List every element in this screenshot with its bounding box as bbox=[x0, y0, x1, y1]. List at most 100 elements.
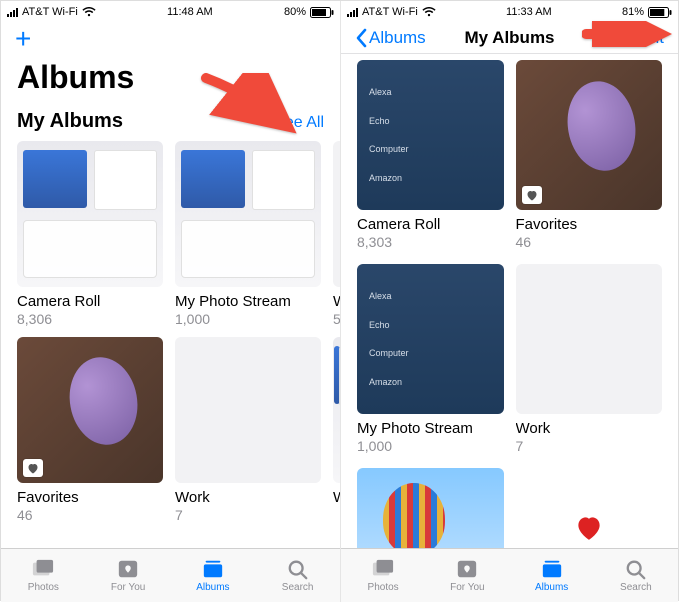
album-thumb bbox=[17, 141, 163, 287]
wifi-icon bbox=[422, 7, 436, 17]
photos-icon bbox=[370, 558, 396, 580]
battery-percent: 81% bbox=[622, 6, 644, 18]
carrier-text: AT&T Wi-Fi bbox=[22, 6, 78, 18]
album-thumb bbox=[175, 141, 321, 287]
tab-label: Search bbox=[282, 582, 314, 593]
album-thumb bbox=[17, 337, 163, 483]
tab-photos[interactable]: Photos bbox=[341, 549, 425, 602]
album-name: My Photo Stream bbox=[175, 293, 321, 310]
favorite-heart-icon bbox=[23, 459, 43, 477]
album-name: Camera Roll bbox=[357, 216, 504, 233]
tab-label: Photos bbox=[28, 582, 59, 593]
album-grid: AlexaEchoComputerAmazon Camera Roll 8,30… bbox=[341, 54, 678, 548]
clock-text: 11:33 AM bbox=[436, 6, 622, 18]
signal-icon bbox=[7, 8, 18, 17]
album-name: Work bbox=[175, 489, 321, 506]
album-thumb bbox=[333, 141, 340, 287]
album-name: Camera Roll bbox=[17, 293, 163, 310]
screen-albums-root: AT&T Wi-Fi 11:48 AM 80% + Albums My Albu… bbox=[1, 1, 340, 602]
tab-label: Search bbox=[620, 582, 652, 593]
album-grid-scroll[interactable]: AlexaEchoComputerAmazon Camera Roll 8,30… bbox=[341, 54, 678, 548]
battery-icon bbox=[648, 7, 672, 18]
section-title: My Albums bbox=[17, 110, 123, 133]
album-favorites[interactable]: Favorites 46 bbox=[516, 60, 663, 250]
tab-search[interactable]: Search bbox=[255, 549, 340, 602]
tab-foryou[interactable]: For You bbox=[86, 549, 171, 602]
wifi-icon bbox=[82, 7, 96, 17]
album-row-2: Favorites 46 Work 7 W bbox=[1, 337, 340, 533]
album-thumb bbox=[516, 468, 663, 548]
album-camera-roll[interactable]: Camera Roll 8,306 bbox=[17, 141, 163, 327]
album-thumb: AlexaEchoComputerAmazon bbox=[357, 60, 504, 210]
album-thumb bbox=[516, 60, 663, 210]
tab-bar: Photos For You Albums Search bbox=[1, 548, 340, 602]
album-camera-roll[interactable]: AlexaEchoComputerAmazon Camera Roll 8,30… bbox=[357, 60, 504, 250]
search-icon bbox=[285, 558, 311, 580]
album-my-photo-stream[interactable]: AlexaEchoComputerAmazon My Photo Stream … bbox=[357, 264, 504, 454]
album-name: Work bbox=[516, 420, 663, 437]
heart-icon bbox=[559, 498, 618, 548]
album-count: 1,000 bbox=[357, 438, 504, 454]
album-peek[interactable]: W 5 bbox=[333, 141, 340, 327]
see-all-link[interactable]: See All bbox=[274, 114, 324, 132]
album-thumb bbox=[516, 264, 663, 414]
tab-bar: Photos For You Albums Search bbox=[341, 548, 678, 602]
photos-icon bbox=[30, 558, 56, 580]
album-work[interactable]: Work 7 bbox=[516, 264, 663, 454]
album-name: W bbox=[333, 489, 340, 506]
foryou-icon bbox=[115, 558, 141, 580]
album-thumb: AlexaEchoComputerAmazon bbox=[357, 264, 504, 414]
battery-percent: 80% bbox=[284, 6, 306, 18]
album-work[interactable]: Work 7 bbox=[175, 337, 321, 523]
album-count: 7 bbox=[175, 507, 321, 523]
tab-label: Photos bbox=[368, 582, 399, 593]
carrier-text: AT&T Wi-Fi bbox=[362, 6, 418, 18]
album-count: 46 bbox=[17, 507, 163, 523]
album-count: 46 bbox=[516, 234, 663, 250]
album-row-1: Camera Roll 8,306 My Photo Stream 1,000 … bbox=[1, 141, 340, 337]
album-count: 7 bbox=[516, 438, 663, 454]
back-label: Albums bbox=[369, 28, 426, 48]
tab-search[interactable]: Search bbox=[594, 549, 678, 602]
album-favorites[interactable]: Favorites 46 bbox=[17, 337, 163, 523]
tab-photos[interactable]: Photos bbox=[1, 549, 86, 602]
album-count: 5 bbox=[333, 311, 340, 327]
albums-icon bbox=[539, 558, 565, 580]
tab-label: For You bbox=[111, 582, 145, 593]
section-header: My Albums See All bbox=[1, 106, 340, 141]
album-name: W bbox=[333, 293, 340, 310]
search-icon bbox=[623, 558, 649, 580]
album-peek[interactable]: W bbox=[333, 337, 340, 523]
chevron-left-icon bbox=[355, 28, 367, 48]
heart-icon bbox=[99, 156, 152, 209]
edit-button[interactable]: Edit bbox=[635, 28, 664, 48]
album-name: My Photo Stream bbox=[357, 420, 504, 437]
nav-bar: Albums My Albums Edit bbox=[341, 21, 678, 53]
album-count: 8,303 bbox=[357, 234, 504, 250]
page-title: Albums bbox=[1, 55, 340, 106]
tab-label: Albums bbox=[196, 582, 229, 593]
status-bar: AT&T Wi-Fi 11:48 AM 80% bbox=[1, 1, 340, 21]
battery-icon bbox=[310, 7, 334, 18]
tab-foryou[interactable]: For You bbox=[425, 549, 509, 602]
album-thumb bbox=[333, 337, 340, 483]
tab-label: For You bbox=[450, 582, 484, 593]
albums-icon bbox=[200, 558, 226, 580]
album-misc-2[interactable] bbox=[516, 468, 663, 548]
add-button[interactable]: + bbox=[15, 27, 31, 51]
album-thumb bbox=[357, 468, 504, 548]
album-count: 1,000 bbox=[175, 311, 321, 327]
screen-my-albums: AT&T Wi-Fi 11:33 AM 81% Albums My Albums… bbox=[340, 1, 678, 602]
heart-icon bbox=[257, 156, 310, 209]
favorite-heart-icon bbox=[522, 186, 542, 204]
album-name: Favorites bbox=[17, 489, 163, 506]
tab-albums[interactable]: Albums bbox=[171, 549, 256, 602]
nav-bar: + bbox=[1, 21, 340, 55]
album-thumb bbox=[175, 337, 321, 483]
status-bar: AT&T Wi-Fi 11:33 AM 81% bbox=[341, 1, 678, 21]
album-scroll[interactable]: Camera Roll 8,306 My Photo Stream 1,000 … bbox=[1, 141, 340, 548]
back-button[interactable]: Albums bbox=[355, 28, 426, 48]
album-my-photo-stream[interactable]: My Photo Stream 1,000 bbox=[175, 141, 321, 327]
tab-albums[interactable]: Albums bbox=[510, 549, 594, 602]
album-misc-1[interactable] bbox=[357, 468, 504, 548]
